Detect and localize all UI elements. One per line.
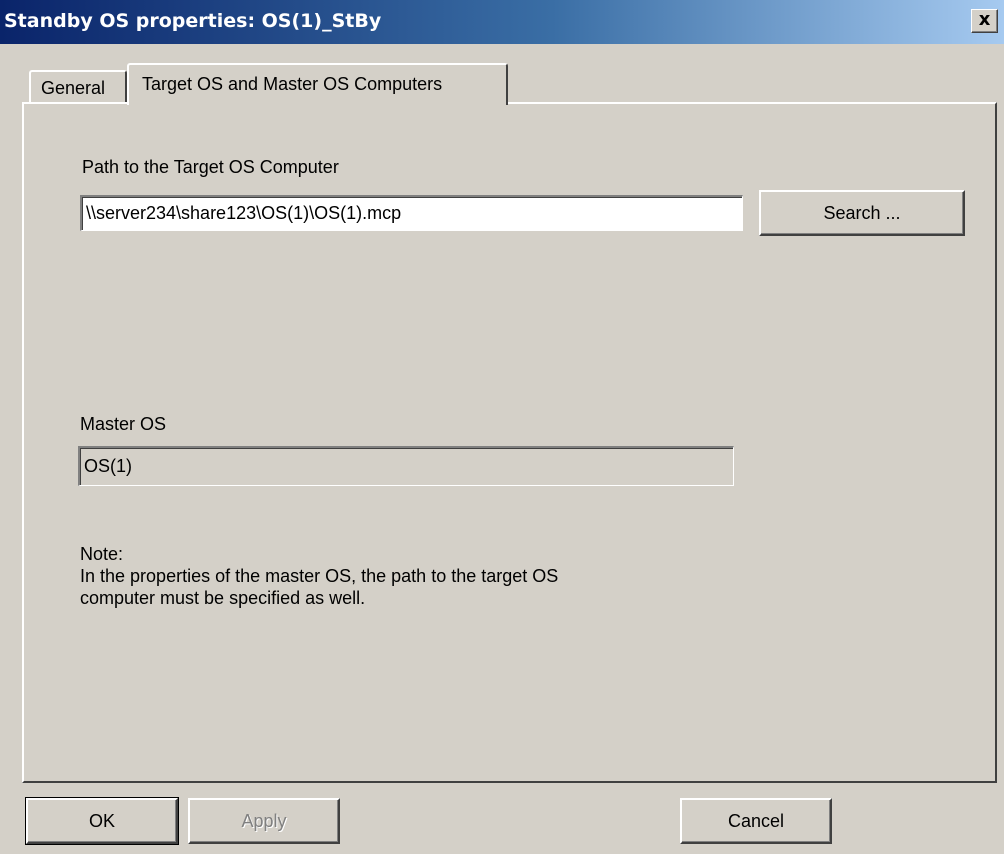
- master-os-label: Master OS: [80, 414, 167, 434]
- search-button[interactable]: Search ...: [759, 190, 965, 236]
- note-line-2: computer must be specified as well.: [80, 588, 366, 608]
- apply-button[interactable]: Apply: [188, 798, 340, 844]
- note-heading: Note:: [80, 544, 124, 564]
- path-label: Path to the Target OS Computer: [82, 157, 339, 177]
- close-icon: x: [978, 9, 991, 30]
- tab-general[interactable]: General: [29, 70, 127, 102]
- tab-target-label: Target OS and Master OS Computers: [142, 74, 443, 94]
- cancel-button[interactable]: Cancel: [680, 798, 832, 844]
- note-line-1: In the properties of the master OS, the …: [80, 566, 559, 586]
- window-title: Standby OS properties: OS(1)_StBy: [4, 10, 382, 32]
- tab-target-and-master-os[interactable]: Target OS and Master OS Computers: [127, 63, 508, 105]
- close-button[interactable]: x: [971, 9, 998, 33]
- tab-general-label: General: [41, 78, 106, 98]
- title-bar: Standby OS properties: OS(1)_StBy x: [0, 0, 1004, 44]
- ok-button[interactable]: OK: [25, 797, 179, 845]
- target-path-input[interactable]: [80, 195, 743, 231]
- master-os-field: [78, 446, 734, 486]
